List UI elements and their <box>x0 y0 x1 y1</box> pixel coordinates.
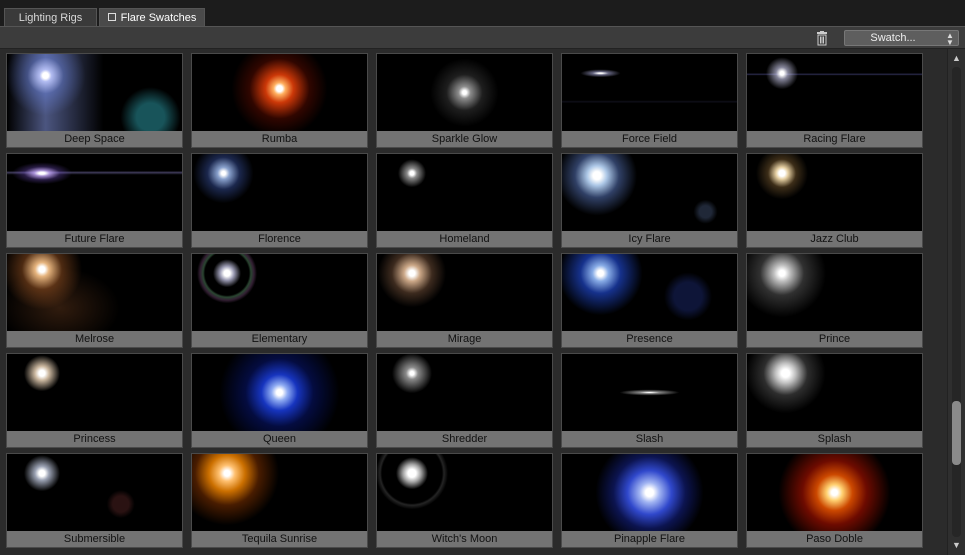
swatch-thumbnail <box>747 454 922 531</box>
scroll-up-icon[interactable]: ▲ <box>950 52 963 65</box>
swatch-thumbnail <box>7 254 182 331</box>
swatch-thumbnail <box>562 254 737 331</box>
swatch-thumbnail <box>377 454 552 531</box>
swatch-thumbnail <box>7 54 182 131</box>
swatch-label: Elementary <box>192 331 367 347</box>
swatch-label: Racing Flare <box>747 131 922 147</box>
swatch-thumbnail <box>747 354 922 431</box>
swatch-label: Homeland <box>377 231 552 247</box>
trash-icon[interactable] <box>815 31 829 46</box>
swatch-thumbnail <box>7 354 182 431</box>
swatch-thumbnail <box>562 54 737 131</box>
swatch-thumbnail <box>192 154 367 231</box>
swatch-thumbnail <box>192 254 367 331</box>
tab-lighting-rigs[interactable]: Lighting Rigs <box>4 8 97 26</box>
swatch-label: Tequila Sunrise <box>192 531 367 547</box>
swatch-label: Sparkle Glow <box>377 131 552 147</box>
swatch-tile[interactable]: Tequila Sunrise <box>191 453 368 548</box>
swatch-tile[interactable]: Force Field <box>561 53 738 148</box>
swatch-label: Prince <box>747 331 922 347</box>
swatch-tile[interactable]: Rumba <box>191 53 368 148</box>
swatch-label: Deep Space <box>7 131 182 147</box>
swatch-tile[interactable]: Florence <box>191 153 368 248</box>
swatch-tile[interactable]: Prince <box>746 253 923 348</box>
swatch-tile[interactable]: Jazz Club <box>746 153 923 248</box>
scroll-track[interactable] <box>952 67 961 537</box>
swatch-select[interactable]: Swatch... ▲ ▼ <box>844 30 959 47</box>
tab-lighting-rigs-label: Lighting Rigs <box>18 12 83 24</box>
swatch-label: Presence <box>562 331 737 347</box>
swatch-thumbnail <box>562 354 737 431</box>
swatch-label: Future Flare <box>7 231 182 247</box>
swatch-thumbnail <box>747 154 922 231</box>
swatch-tile[interactable]: Melrose <box>6 253 183 348</box>
swatch-tile[interactable]: Submersible <box>6 453 183 548</box>
scroll-down-icon[interactable]: ▼ <box>950 539 963 552</box>
swatch-thumbnail <box>192 54 367 131</box>
swatch-label: Force Field <box>562 131 737 147</box>
swatch-tile[interactable]: Queen <box>191 353 368 448</box>
swatch-label: Melrose <box>7 331 182 347</box>
swatch-label: Pinapple Flare <box>562 531 737 547</box>
swatch-tile[interactable]: Splash <box>746 353 923 448</box>
swatch-thumbnail <box>377 54 552 131</box>
swatch-tile[interactable]: Paso Doble <box>746 453 923 548</box>
swatch-tile[interactable]: Presence <box>561 253 738 348</box>
swatch-tile[interactable]: Sparkle Glow <box>376 53 553 148</box>
swatch-tile[interactable]: Witch's Moon <box>376 453 553 548</box>
swatch-label: Paso Doble <box>747 531 922 547</box>
scroll-thumb[interactable] <box>952 401 961 465</box>
swatch-label: Slash <box>562 431 737 447</box>
swatch-label: Queen <box>192 431 367 447</box>
swatch-tile[interactable]: Princess <box>6 353 183 448</box>
swatch-label: Florence <box>192 231 367 247</box>
tab-flare-swatches-label: Flare Swatches <box>120 12 197 24</box>
swatch-tile[interactable]: Shredder <box>376 353 553 448</box>
swatch-tile[interactable]: Deep Space <box>6 53 183 148</box>
swatch-thumbnail <box>7 154 182 231</box>
swatch-thumbnail <box>747 254 922 331</box>
swatch-thumbnail <box>747 54 922 131</box>
swatch-tile[interactable]: Icy Flare <box>561 153 738 248</box>
swatch-tile[interactable]: Elementary <box>191 253 368 348</box>
swatch-label: Submersible <box>7 531 182 547</box>
swatch-thumbnail <box>192 354 367 431</box>
swatch-label: Splash <box>747 431 922 447</box>
swatch-thumbnail <box>377 354 552 431</box>
swatch-label: Shredder <box>377 431 552 447</box>
swatch-label: Rumba <box>192 131 367 147</box>
swatch-label: Mirage <box>377 331 552 347</box>
swatch-tile[interactable]: Future Flare <box>6 153 183 248</box>
swatch-label: Princess <box>7 431 182 447</box>
select-arrows-icon: ▲ ▼ <box>946 31 954 47</box>
swatch-thumbnail <box>7 454 182 531</box>
tab-indicator-icon <box>107 13 116 21</box>
swatch-thumbnail <box>377 254 552 331</box>
swatch-thumbnail <box>377 154 552 231</box>
swatch-thumbnail <box>192 454 367 531</box>
swatch-tile[interactable]: Pinapple Flare <box>561 453 738 548</box>
swatch-thumbnail <box>562 154 737 231</box>
swatch-thumbnail <box>562 454 737 531</box>
swatch-select-value: Swatch... <box>870 32 916 44</box>
swatch-label: Jazz Club <box>747 231 922 247</box>
swatch-label: Witch's Moon <box>377 531 552 547</box>
swatch-grid: Deep Space Rumba Sparkle Glow Force Field Ra… <box>0 49 947 555</box>
tab-flare-swatches[interactable]: Flare Swatches <box>99 8 205 26</box>
swatch-tile[interactable]: Slash <box>561 353 738 448</box>
toolbar: Swatch... ▲ ▼ <box>0 26 965 49</box>
swatch-tile[interactable]: Homeland <box>376 153 553 248</box>
swatch-tile[interactable]: Mirage <box>376 253 553 348</box>
vertical-scrollbar[interactable]: ▲ ▼ <box>947 49 965 555</box>
swatch-tile[interactable]: Racing Flare <box>746 53 923 148</box>
swatch-label: Icy Flare <box>562 231 737 247</box>
tab-bar: Lighting Rigs Flare Swatches <box>0 0 965 26</box>
